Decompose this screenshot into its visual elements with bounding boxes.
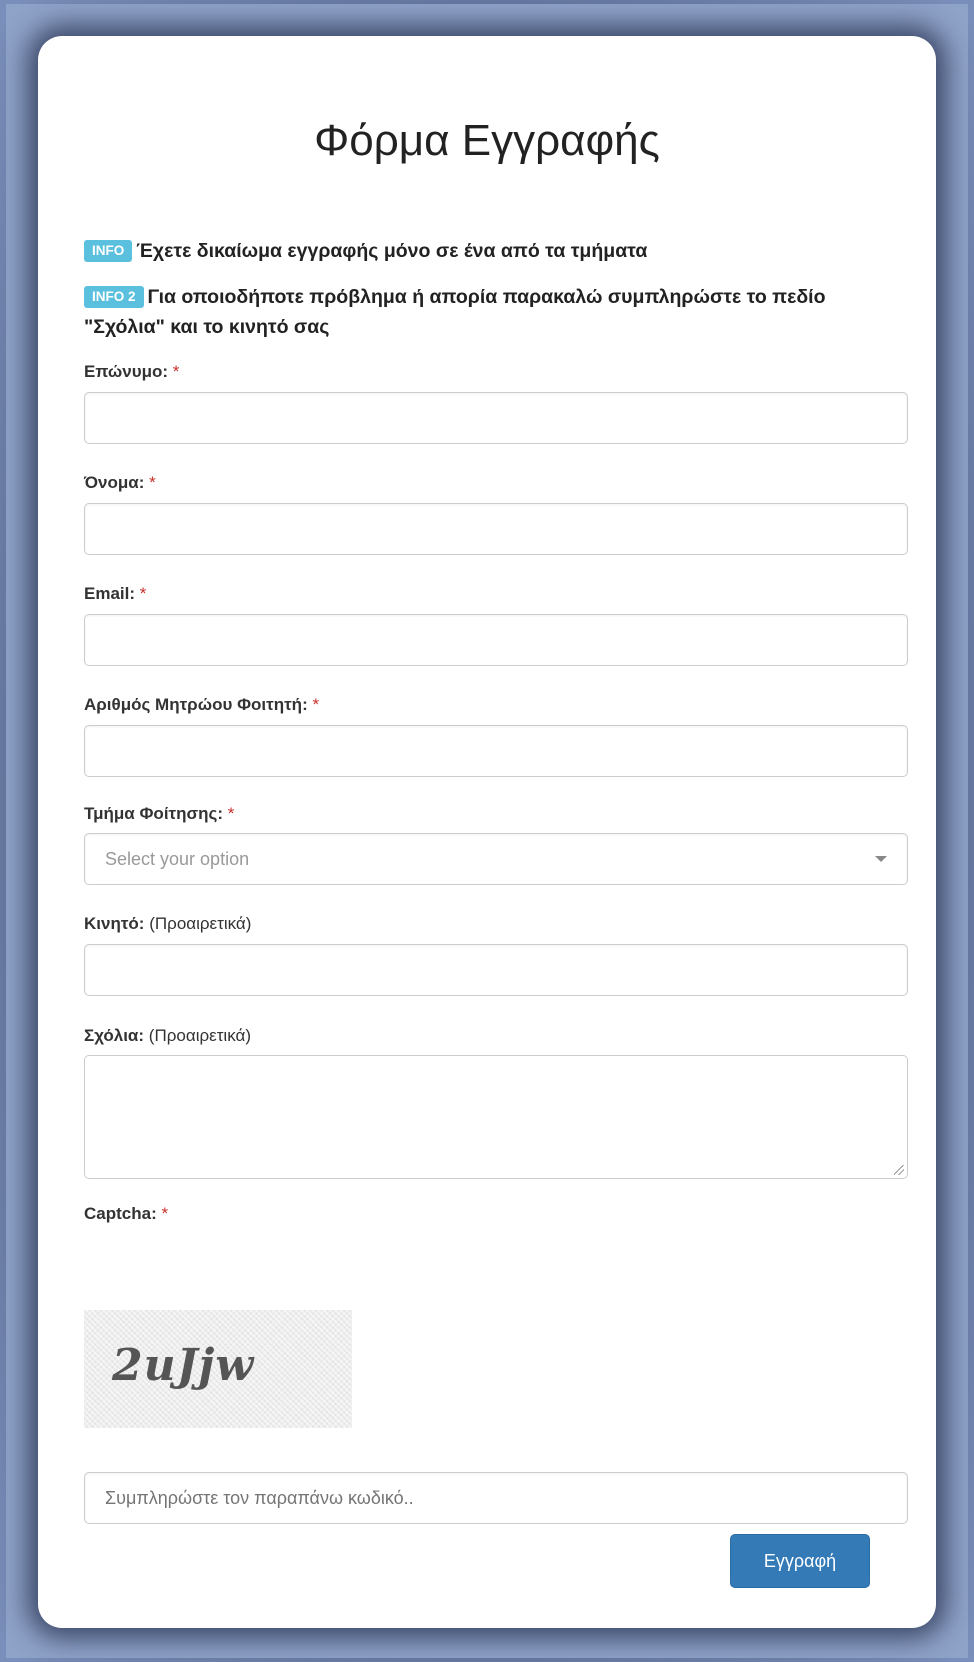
name-label-text: Όνομα: xyxy=(84,473,145,492)
email-input[interactable] xyxy=(84,614,908,666)
student-id-input[interactable] xyxy=(84,725,908,777)
required-mark: * xyxy=(312,695,320,714)
student-id-label-text: Αριθμός Μητρώου Φοιτητή: xyxy=(84,695,308,714)
email-label-text: Email: xyxy=(84,584,136,603)
registration-form-card: Φόρμα Εγγραφής INFO Έχετε δικαίωμα εγγραφ… xyxy=(38,36,936,1628)
captcha-label-text: Captcha: xyxy=(84,1204,157,1223)
required-mark: * xyxy=(161,1204,169,1223)
captcha-image: 2uJjw xyxy=(84,1310,352,1428)
info-text: Έχετε δικαίωμα εγγραφής μόνο σε ένα από … xyxy=(136,240,648,262)
required-mark: * xyxy=(149,473,156,492)
email-label: Email: * xyxy=(84,584,146,604)
captcha-label: Captcha: * xyxy=(84,1204,168,1224)
info2-badge: INFO 2 xyxy=(84,286,144,308)
comments-label: Σχόλια: (Προαιρετικά) xyxy=(84,1026,251,1046)
mobile-label-text: Κινητό: xyxy=(84,914,145,933)
page-title: Φόρμα Εγγραφής xyxy=(314,116,660,165)
surname-label-text: Επώνυμο: xyxy=(84,362,169,381)
optional-note: (Προαιρετικά) xyxy=(148,1026,251,1045)
register-button[interactable]: Εγγραφή xyxy=(730,1534,870,1588)
department-selected-value: Select your option xyxy=(105,849,250,869)
required-mark: * xyxy=(227,804,235,823)
info-message-1: INFO Έχετε δικαίωμα εγγραφής μόνο σε ένα … xyxy=(84,236,874,266)
required-mark: * xyxy=(172,362,180,381)
mobile-input[interactable] xyxy=(84,944,908,996)
chevron-down-icon xyxy=(875,856,887,862)
mobile-label: Κινητό: (Προαιρετικά) xyxy=(84,914,251,934)
surname-input[interactable] xyxy=(84,392,908,444)
captcha-input[interactable] xyxy=(84,1472,908,1524)
department-label-text: Τμήμα Φοίτησης: xyxy=(84,804,224,823)
captcha-image-text: 2uJjw xyxy=(112,1340,255,1391)
info-message-2: INFO 2 Για οποιοδήποτε πρόβλημα ή απορία … xyxy=(84,282,874,342)
optional-note: (Προαιρετικά) xyxy=(149,914,252,933)
info-badge: INFO xyxy=(84,240,133,262)
department-label: Τμήμα Φοίτησης: * xyxy=(84,804,234,824)
required-mark: * xyxy=(139,584,147,603)
resize-handle-icon[interactable] xyxy=(894,1165,904,1175)
student-id-label: Αριθμός Μητρώου Φοιτητή: * xyxy=(84,695,319,715)
name-input[interactable] xyxy=(84,503,908,555)
comments-textarea[interactable] xyxy=(84,1055,908,1179)
info2-text: Για οποιοδήποτε πρόβλημα ή απορία παρακα… xyxy=(84,286,826,338)
department-select[interactable]: Select your option xyxy=(84,833,908,885)
surname-label: Επώνυμο: * xyxy=(84,362,179,382)
name-label: Όνομα: * xyxy=(84,473,156,493)
comments-label-text: Σχόλια: xyxy=(84,1026,145,1045)
